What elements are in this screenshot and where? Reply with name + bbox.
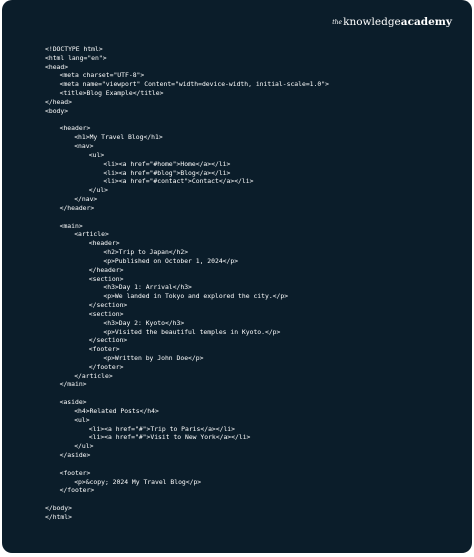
code-line: </html> (45, 512, 72, 521)
code-line: </ul> (88, 186, 109, 195)
code-line: </body> (45, 504, 72, 513)
code-line: <nav> (74, 142, 94, 151)
code-line: <p>Written by John Doe</p> (103, 353, 204, 362)
code-line: <li><a href="#blog">Blog</a></li> (103, 168, 231, 177)
code-line: <h4>Related Posts</h4> (74, 406, 159, 415)
code-line: </section> (88, 301, 128, 310)
code-line: </article> (74, 371, 113, 380)
code-line: <ul> (88, 150, 105, 159)
code-line: <meta name="viewport" Content="width=dev… (59, 80, 329, 89)
code-line: <title>Blog Example</title> (59, 89, 164, 98)
code-line: <head> (45, 62, 69, 71)
code-line: <!DOCTYPE html> (45, 45, 103, 53)
code-line: <section> (88, 309, 124, 318)
brand-logo: theknowledgeacademy (332, 16, 452, 28)
code-line: <footer> (88, 345, 120, 354)
code-line: <ul> (74, 415, 90, 424)
code-line: </nav> (74, 195, 98, 204)
code-line: <h3>Day 2: Kyoto</h3> (103, 318, 185, 327)
code-line: <li><a href="#">Visit to New York</a></l… (88, 433, 251, 442)
code-line: <p>Visited the beautiful temples in Kyot… (103, 327, 281, 336)
code-line: </header> (88, 265, 124, 274)
code-line: <section> (88, 274, 124, 283)
code-line: </aside> (59, 451, 91, 460)
code-line: <p>&copy; 2024 My Travel Blog</p> (74, 477, 202, 486)
code-line: <header> (88, 239, 120, 248)
code-line: </head> (45, 97, 72, 106)
code-line: </footer> (59, 486, 95, 495)
code-line: </main> (59, 380, 87, 389)
code-line: <aside> (59, 398, 87, 407)
code-line: <h2>Trip to Japan</h2> (103, 248, 189, 257)
brand-the: the (332, 19, 343, 26)
brand-knowledge: knowledge (343, 16, 401, 28)
code-line: </ul> (74, 442, 94, 451)
code-line: <h3>Day 1: Arrival</h3> (103, 283, 192, 292)
code-line: <h1>My Travel Blog</h1> (74, 133, 163, 142)
code-line: <header> (59, 124, 91, 133)
code-block: <!DOCTYPE html> <html lang="en"> <head> <me… (45, 45, 329, 522)
brand-academy: academy (400, 16, 452, 28)
code-line: <article> (74, 230, 109, 239)
code-line: <meta charset="UTF-8"> (59, 71, 145, 80)
code-line: <footer> (59, 468, 91, 477)
code-line: </section> (88, 336, 128, 345)
code-line: </footer> (88, 362, 124, 371)
code-line: <li><a href="#home">Home</a></li> (103, 159, 231, 168)
code-line: <p>Published on October 1, 2024</p> (103, 256, 239, 265)
code-line: <body> (45, 106, 69, 115)
code-line: <li><a href="#contact">Contact</a></li> (103, 177, 254, 186)
code-line: <p>We landed in Tokyo and explored the c… (103, 292, 289, 301)
code-line: <li><a href="#">Trip to Paris</a></li> (88, 424, 236, 433)
code-line: </header> (59, 203, 95, 212)
code-panel: theknowledgeacademy <!DOCTYPE html> <html… (2, 0, 472, 553)
code-line: <html lang="en"> (45, 53, 107, 62)
code-line: <main> (59, 221, 83, 230)
